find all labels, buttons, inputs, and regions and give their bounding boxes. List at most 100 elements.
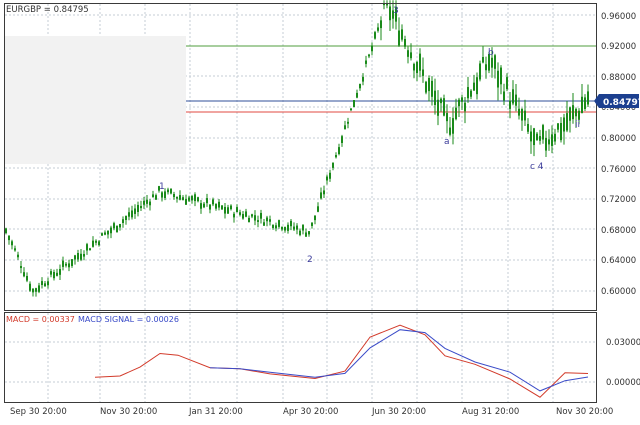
candle-body xyxy=(509,100,511,109)
candle-body xyxy=(425,81,427,93)
candle-body xyxy=(254,215,256,221)
candle-body xyxy=(5,228,7,234)
candle-body xyxy=(377,27,379,31)
candle-body xyxy=(455,107,457,120)
candle-body xyxy=(527,123,529,132)
candle-body xyxy=(587,91,589,105)
info-box xyxy=(5,36,186,164)
candle-body xyxy=(407,50,409,57)
candle-body xyxy=(464,102,466,112)
candle-body xyxy=(20,266,22,269)
candle-body xyxy=(410,52,412,59)
candle-body xyxy=(53,272,55,279)
candle-body xyxy=(8,235,10,241)
candle-body xyxy=(71,259,73,266)
candle-body xyxy=(536,133,538,141)
candle-body xyxy=(155,195,157,200)
candle-body xyxy=(170,188,172,194)
candle-body xyxy=(68,263,70,268)
candle-body xyxy=(305,232,307,237)
candle-body xyxy=(242,214,244,219)
wave-label-c4: c 4 xyxy=(530,162,544,172)
y-tick: 0.92000 xyxy=(601,42,636,52)
candle-body xyxy=(422,69,424,76)
candle-body xyxy=(191,196,193,201)
wave-label-ii: ii xyxy=(575,120,580,130)
candle-body xyxy=(212,199,214,205)
x-tick: Sep 30 20:00 xyxy=(10,407,67,417)
candle-body xyxy=(560,123,562,141)
candle-body xyxy=(497,70,499,88)
candle-body xyxy=(572,105,574,120)
candle-body xyxy=(104,232,106,235)
candle-body xyxy=(335,155,337,158)
candle-body xyxy=(86,244,88,251)
candle-body xyxy=(47,281,49,286)
x-tick: Apr 30 20:00 xyxy=(283,407,338,417)
candle-body xyxy=(332,162,334,168)
candle-body xyxy=(23,272,25,277)
candle-body xyxy=(32,288,34,293)
candle-body xyxy=(125,215,127,220)
candle-body xyxy=(476,77,478,95)
candle-body xyxy=(200,203,202,209)
y-tick: 0.72000 xyxy=(601,195,636,205)
candle-body xyxy=(383,3,385,6)
candle-body xyxy=(554,133,556,142)
candle-body xyxy=(302,225,304,231)
candle-body xyxy=(131,210,133,218)
candle-body xyxy=(245,211,247,217)
candle-body xyxy=(365,60,367,64)
candle-body xyxy=(134,208,136,214)
candle-body xyxy=(143,200,145,205)
candle-body xyxy=(341,136,343,143)
candle-body xyxy=(275,225,277,229)
candle-body xyxy=(413,63,415,71)
candle-body xyxy=(197,197,199,202)
candle-body xyxy=(77,252,79,260)
candle-body xyxy=(434,90,436,106)
candle-body xyxy=(308,231,310,235)
candle-body xyxy=(239,212,241,215)
candle-body xyxy=(344,125,346,130)
x-tick: Jun 30 20:00 xyxy=(371,407,426,417)
candle-body xyxy=(188,197,190,201)
candle-body xyxy=(209,204,211,210)
candle-body xyxy=(338,147,340,155)
candle-body xyxy=(236,207,238,213)
candle-body xyxy=(146,199,148,204)
candle-body xyxy=(314,215,316,221)
candle-body xyxy=(164,191,166,198)
wave-label-2: 2 xyxy=(307,255,313,265)
candle-body xyxy=(299,230,301,236)
candle-body xyxy=(431,80,433,97)
candle-body xyxy=(14,248,16,251)
candle-body xyxy=(257,220,259,222)
candle-body xyxy=(296,225,298,230)
candle-body xyxy=(494,55,496,69)
candle-body xyxy=(401,29,403,40)
candle-body xyxy=(182,197,184,201)
candle-body xyxy=(506,77,508,90)
candle-body xyxy=(557,123,559,130)
candle-body xyxy=(368,54,370,57)
candle-body xyxy=(251,214,253,217)
candle-body xyxy=(173,194,175,198)
candle-body xyxy=(539,136,541,141)
symbol-header: EURGBP = 0.84795 xyxy=(6,5,89,15)
candle-body xyxy=(272,224,274,228)
candle-body xyxy=(176,196,178,199)
candle-body xyxy=(128,212,130,217)
y-tick: 0.03000 xyxy=(606,338,640,348)
candle-body xyxy=(380,20,382,29)
candle-body xyxy=(260,212,262,219)
candle-body xyxy=(278,220,280,227)
y-tick: 0.96000 xyxy=(601,12,636,22)
candle-body xyxy=(359,84,361,89)
candle-body xyxy=(281,226,283,230)
candle-body xyxy=(50,271,52,275)
candle-body xyxy=(356,92,358,98)
candle-body xyxy=(56,272,58,276)
candle-body xyxy=(329,172,331,179)
candle-body xyxy=(110,227,112,234)
